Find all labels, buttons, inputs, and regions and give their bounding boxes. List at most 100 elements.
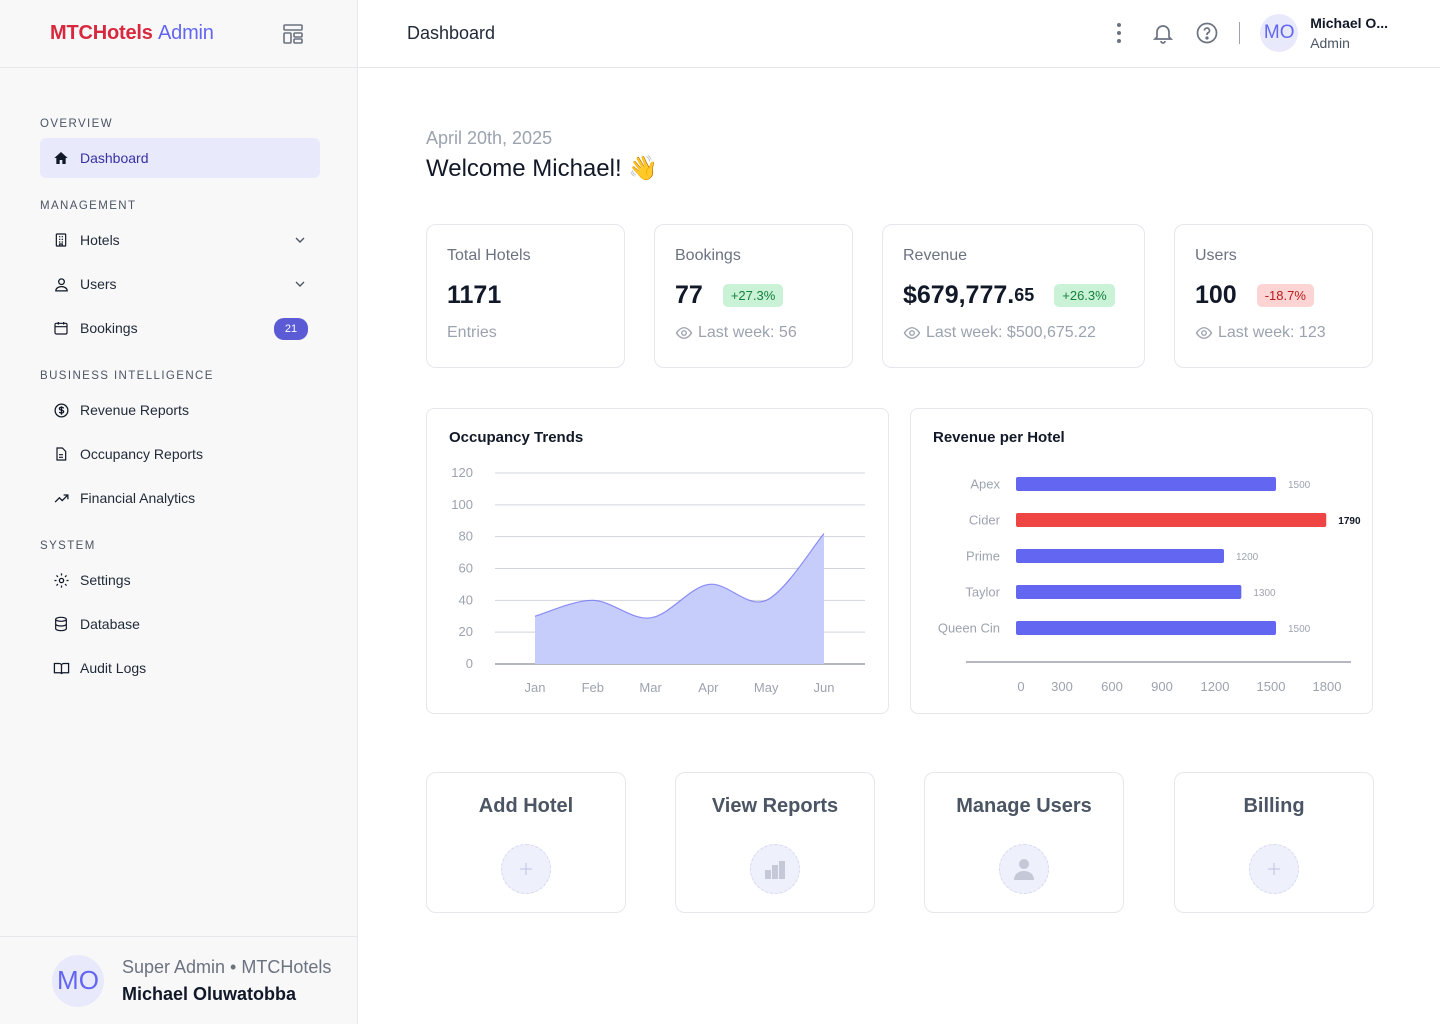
section-title-overview: OVERVIEW xyxy=(40,118,113,130)
user-name: Michael O... xyxy=(1310,15,1388,31)
stat-sub-text: Last week: 123 xyxy=(1218,324,1326,341)
sidebar-item-users[interactable]: Users xyxy=(40,264,320,304)
sidebar-item-settings[interactable]: Settings xyxy=(40,560,320,600)
trending-up-icon xyxy=(52,489,70,507)
top-header: Dashboard MO Michael O... Admin xyxy=(358,0,1440,68)
x-tick-label: Apr xyxy=(698,680,719,695)
data-label: 1300 xyxy=(1253,588,1276,599)
area-fill xyxy=(535,533,824,664)
stat-number: $679,777. xyxy=(903,281,1015,309)
action-title: Manage Users xyxy=(956,795,1092,817)
eye-icon xyxy=(903,327,921,339)
data-label: 1500 xyxy=(1288,480,1311,491)
data-label: 1790 xyxy=(1338,516,1361,527)
eye-icon xyxy=(675,327,693,339)
revenue-per-hotel-card: Apex 1500 Cider 1790 Prime 1200 Taylor 1300 Quee… xyxy=(910,408,1373,714)
chevron-down-icon[interactable] xyxy=(292,276,308,292)
help-circle-icon[interactable] xyxy=(1195,21,1219,45)
sidebar-item-label: Audit Logs xyxy=(80,660,147,676)
section-title-system: SYSTEM xyxy=(40,540,96,552)
user-avatar[interactable]: MO xyxy=(1260,14,1299,52)
sidebar: MTCHotels Admin OVERVIEW Dashboard MANAG… xyxy=(0,0,358,1024)
action-title: Billing xyxy=(1243,795,1305,817)
gear-icon xyxy=(52,571,70,589)
bar xyxy=(1016,621,1276,635)
sidebar-item-revenue-reports[interactable]: Revenue Reports xyxy=(40,390,320,430)
x-tick-label: Mar xyxy=(639,680,662,695)
section-title-management: MANAGEMENT xyxy=(40,200,137,212)
x-tick-label: 1800 xyxy=(1313,679,1342,694)
revenue-chart: Apex 1500 Cider 1790 Prime 1200 Taylor 1300 Quee… xyxy=(938,477,1361,695)
y-tick-label: 0 xyxy=(466,656,473,671)
layout-toggle-icon[interactable] xyxy=(281,22,305,46)
sidebar-item-dashboard[interactable]: Dashboard xyxy=(40,138,320,178)
dollar-circle-icon xyxy=(52,401,70,419)
bar xyxy=(1016,585,1242,599)
billing-button[interactable]: Billing xyxy=(1174,772,1374,913)
user-menu[interactable]: Michael O... Admin xyxy=(1310,15,1388,51)
add-hotel-button[interactable]: Add Hotel xyxy=(426,772,626,913)
stat-card-bookings: Bookings 77 +27.3% Last week: 56 xyxy=(654,224,853,368)
view-reports-button[interactable]: View Reports xyxy=(675,772,875,913)
stat-sub: Last week: 56 xyxy=(675,324,832,342)
sidebar-item-occupancy-reports[interactable]: Occupancy Reports xyxy=(40,434,320,474)
chart-title: Revenue per Hotel xyxy=(933,429,1065,446)
stat-number: 100 xyxy=(1195,281,1237,309)
bar xyxy=(1016,477,1276,491)
welcome-heading: Welcome Michael! 👋 xyxy=(426,155,659,182)
more-vertical-icon[interactable] xyxy=(1107,21,1131,45)
category-label: Prime xyxy=(966,549,1000,564)
stat-number-cents: 65 xyxy=(1014,285,1035,305)
bar xyxy=(1016,513,1327,527)
brand-bar: MTCHotels Admin xyxy=(0,0,357,68)
sidebar-item-database[interactable]: Database xyxy=(40,604,320,644)
x-tick-label: Jan xyxy=(525,680,546,695)
calendar-icon xyxy=(52,319,70,337)
current-date: April 20th, 2025 xyxy=(426,128,553,148)
database-icon xyxy=(52,615,70,633)
chart-title: Occupancy Trends xyxy=(449,429,584,446)
y-tick-label: 40 xyxy=(459,592,473,607)
sidebar-item-label: Financial Analytics xyxy=(80,490,196,506)
stat-number: 77 xyxy=(675,281,703,309)
bell-icon[interactable] xyxy=(1151,21,1175,45)
y-tick-label: 20 xyxy=(459,624,473,639)
change-badge: +26.3% xyxy=(1054,284,1115,307)
sidebar-item-label: Occupancy Reports xyxy=(80,446,203,462)
home-icon xyxy=(52,149,70,167)
profile-name: Michael Oluwatobba xyxy=(122,983,297,1004)
stat-card-users: Users 100 -18.7% Last week: 123 xyxy=(1174,224,1373,368)
stat-label: Revenue xyxy=(903,247,968,264)
x-tick-label: 900 xyxy=(1151,679,1173,694)
sidebar-item-bookings[interactable]: Bookings 21 xyxy=(40,308,320,348)
sidebar-item-label: Database xyxy=(80,616,140,632)
sidebar-item-label: Revenue Reports xyxy=(80,402,189,418)
occupancy-trends-card: 0 20 40 60 80 100 120 Jan Feb Mar Apr May Jun Occupa… xyxy=(426,408,889,714)
data-label: 1500 xyxy=(1288,624,1311,635)
stat-value: 1171 xyxy=(447,281,604,310)
change-badge: -18.7% xyxy=(1256,284,1314,307)
stat-value: $679,777. 65 +26.3% xyxy=(903,281,1124,310)
chevron-down-icon[interactable] xyxy=(292,232,308,248)
y-tick-label: 60 xyxy=(459,561,473,576)
sidebar-item-audit-logs[interactable]: Audit Logs xyxy=(40,648,320,688)
bookings-count-badge: 21 xyxy=(274,318,308,340)
x-tick-label: May xyxy=(754,680,779,695)
stat-card-total-hotels: Total Hotels 1171 Entries xyxy=(426,224,625,368)
plus-icon xyxy=(501,844,551,894)
category-label: Apex xyxy=(970,477,1000,492)
stat-value: 100 -18.7% xyxy=(1195,281,1352,310)
avatar: MO xyxy=(52,954,104,1007)
x-tick-label: 0 xyxy=(1017,679,1024,694)
stat-sub: Last week: 123 xyxy=(1195,324,1352,342)
sidebar-item-hotels[interactable]: Hotels xyxy=(40,220,320,260)
stat-number: 1171 xyxy=(447,281,502,309)
data-label: 1200 xyxy=(1236,552,1259,563)
sidebar-item-financial-analytics[interactable]: Financial Analytics xyxy=(40,478,320,518)
manage-users-button[interactable]: Manage Users xyxy=(924,772,1124,913)
bar-chart-icon xyxy=(750,844,800,894)
brand-logo[interactable]: MTCHotels Admin xyxy=(50,22,214,45)
users-icon xyxy=(52,275,70,293)
y-tick-label: 80 xyxy=(459,529,473,544)
sidebar-profile[interactable]: MO Super Admin • MTCHotels Michael Oluwa… xyxy=(0,936,357,1024)
